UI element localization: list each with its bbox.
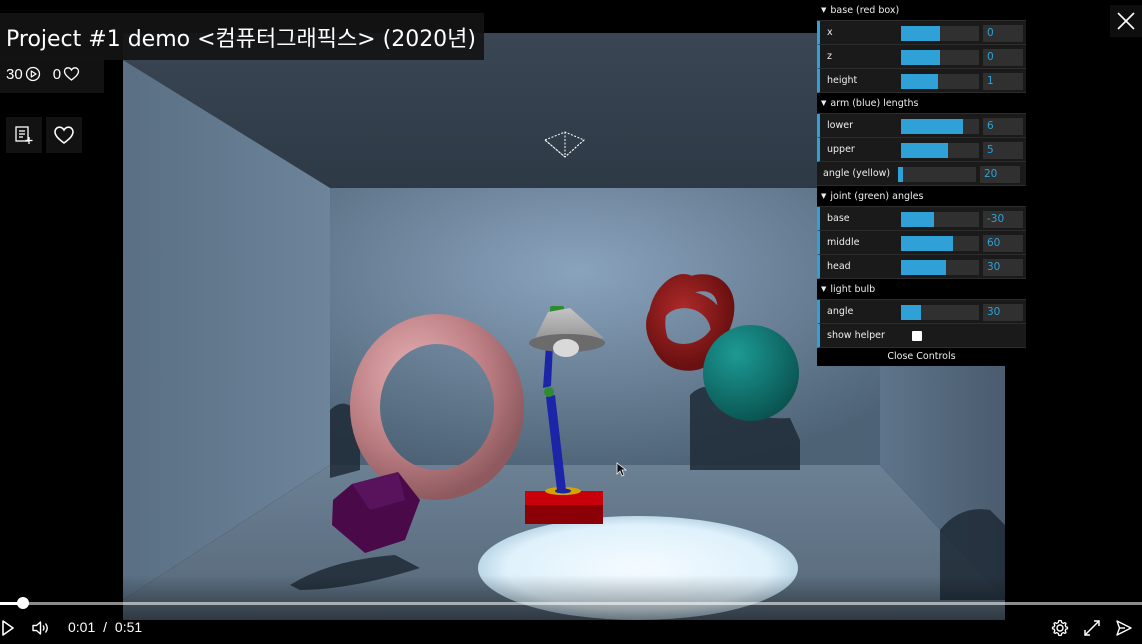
volume-icon <box>32 621 48 635</box>
number-input-angle-yellow[interactable]: 20 <box>980 166 1020 183</box>
slider-bulb-angle[interactable] <box>901 305 979 320</box>
add-to-playlist-button[interactable] <box>6 117 42 153</box>
collapse-triangle-icon: ▼ <box>821 99 827 107</box>
show-helper-checkbox[interactable] <box>912 331 922 341</box>
number-input-upper[interactable]: 5 <box>983 142 1023 159</box>
lamp-base <box>525 487 603 524</box>
playlist-add-icon <box>15 126 33 144</box>
slider-z[interactable] <box>901 50 979 65</box>
time-display: 0:01 / 0:51 <box>68 619 142 635</box>
slider-upper[interactable] <box>901 143 979 158</box>
number-input-joint-base[interactable]: -30 <box>983 211 1023 228</box>
collapse-triangle-icon: ▼ <box>821 6 827 14</box>
video-title: Project #1 demo <컴퓨터그래픽스> (2020년) <box>6 26 477 52</box>
like-button[interactable] <box>46 117 82 153</box>
control-row-joint-base: base -30 <box>817 207 1026 231</box>
number-input-x[interactable]: 0 <box>983 25 1023 42</box>
number-input-joint-middle[interactable]: 60 <box>983 235 1023 252</box>
close-button[interactable] <box>1110 5 1142 37</box>
control-row-bulb-angle: angle 30 <box>817 300 1026 324</box>
progress-bar[interactable] <box>0 602 1142 605</box>
share-icon <box>1116 620 1132 636</box>
control-row-height: height 1 <box>817 69 1026 93</box>
folder-base[interactable]: ▼ base (red box) <box>817 0 1026 21</box>
number-input-height[interactable]: 1 <box>983 73 1023 90</box>
slider-joint-head[interactable] <box>901 260 979 275</box>
collapse-triangle-icon: ▼ <box>821 192 827 200</box>
slider-joint-base[interactable] <box>901 212 979 227</box>
control-row-angle-yellow: angle (yellow) 20 <box>817 162 1026 186</box>
folder-joint-angles[interactable]: ▼ joint (green) angles <box>817 186 1026 207</box>
number-input-z[interactable]: 0 <box>983 49 1023 66</box>
control-row-show-helper: show helper <box>817 324 1026 348</box>
number-input-bulb-angle[interactable]: 30 <box>983 304 1023 321</box>
heart-icon <box>63 67 80 81</box>
gear-icon <box>1051 619 1069 637</box>
control-row-joint-head: head 30 <box>817 255 1026 279</box>
sphere <box>703 325 799 421</box>
control-row-joint-middle: middle 60 <box>817 231 1026 255</box>
play-icon <box>2 620 14 636</box>
share-button[interactable] <box>1114 617 1134 639</box>
current-time: 0:01 <box>68 619 96 635</box>
play-circle-icon <box>25 66 40 82</box>
slider-lower[interactable] <box>901 119 979 134</box>
folder-light-bulb[interactable]: ▼ light bulb <box>817 279 1026 300</box>
progress-handle[interactable] <box>16 597 29 609</box>
control-row-z: z 0 <box>817 45 1026 69</box>
video-stats: 30 0 <box>0 55 104 93</box>
duration: 0:51 <box>114 619 143 635</box>
control-row-x: x 0 <box>817 21 1026 45</box>
volume-button[interactable] <box>30 617 52 639</box>
heart-icon <box>54 126 74 145</box>
close-icon <box>1117 12 1135 30</box>
number-input-joint-head[interactable]: 30 <box>983 259 1023 276</box>
time-separator: / <box>103 619 108 635</box>
slider-height[interactable] <box>901 74 979 89</box>
view-count: 30 <box>6 66 41 83</box>
play-button[interactable] <box>0 617 16 639</box>
like-count: 0 <box>53 66 80 83</box>
control-row-lower: lower 6 <box>817 114 1026 138</box>
slider-joint-middle[interactable] <box>901 236 979 251</box>
close-controls-button[interactable]: Close Controls <box>817 348 1026 366</box>
folder-arm-lengths[interactable]: ▼ arm (blue) lengths <box>817 93 1026 114</box>
fullscreen-button[interactable] <box>1082 617 1102 639</box>
number-input-lower[interactable]: 6 <box>983 118 1023 135</box>
video-title-box: Project #1 demo <컴퓨터그래픽스> (2020년) <box>0 13 485 60</box>
fullscreen-icon <box>1084 620 1100 636</box>
control-row-upper: upper 5 <box>817 138 1026 162</box>
slider-angle-yellow[interactable] <box>898 167 976 182</box>
controls-panel: ▼ base (red box) x 0 z 0 height 1 ▼ arm (b… <box>817 0 1026 366</box>
slider-x[interactable] <box>901 26 979 41</box>
settings-button[interactable] <box>1050 617 1070 639</box>
collapse-triangle-icon: ▼ <box>821 285 827 293</box>
